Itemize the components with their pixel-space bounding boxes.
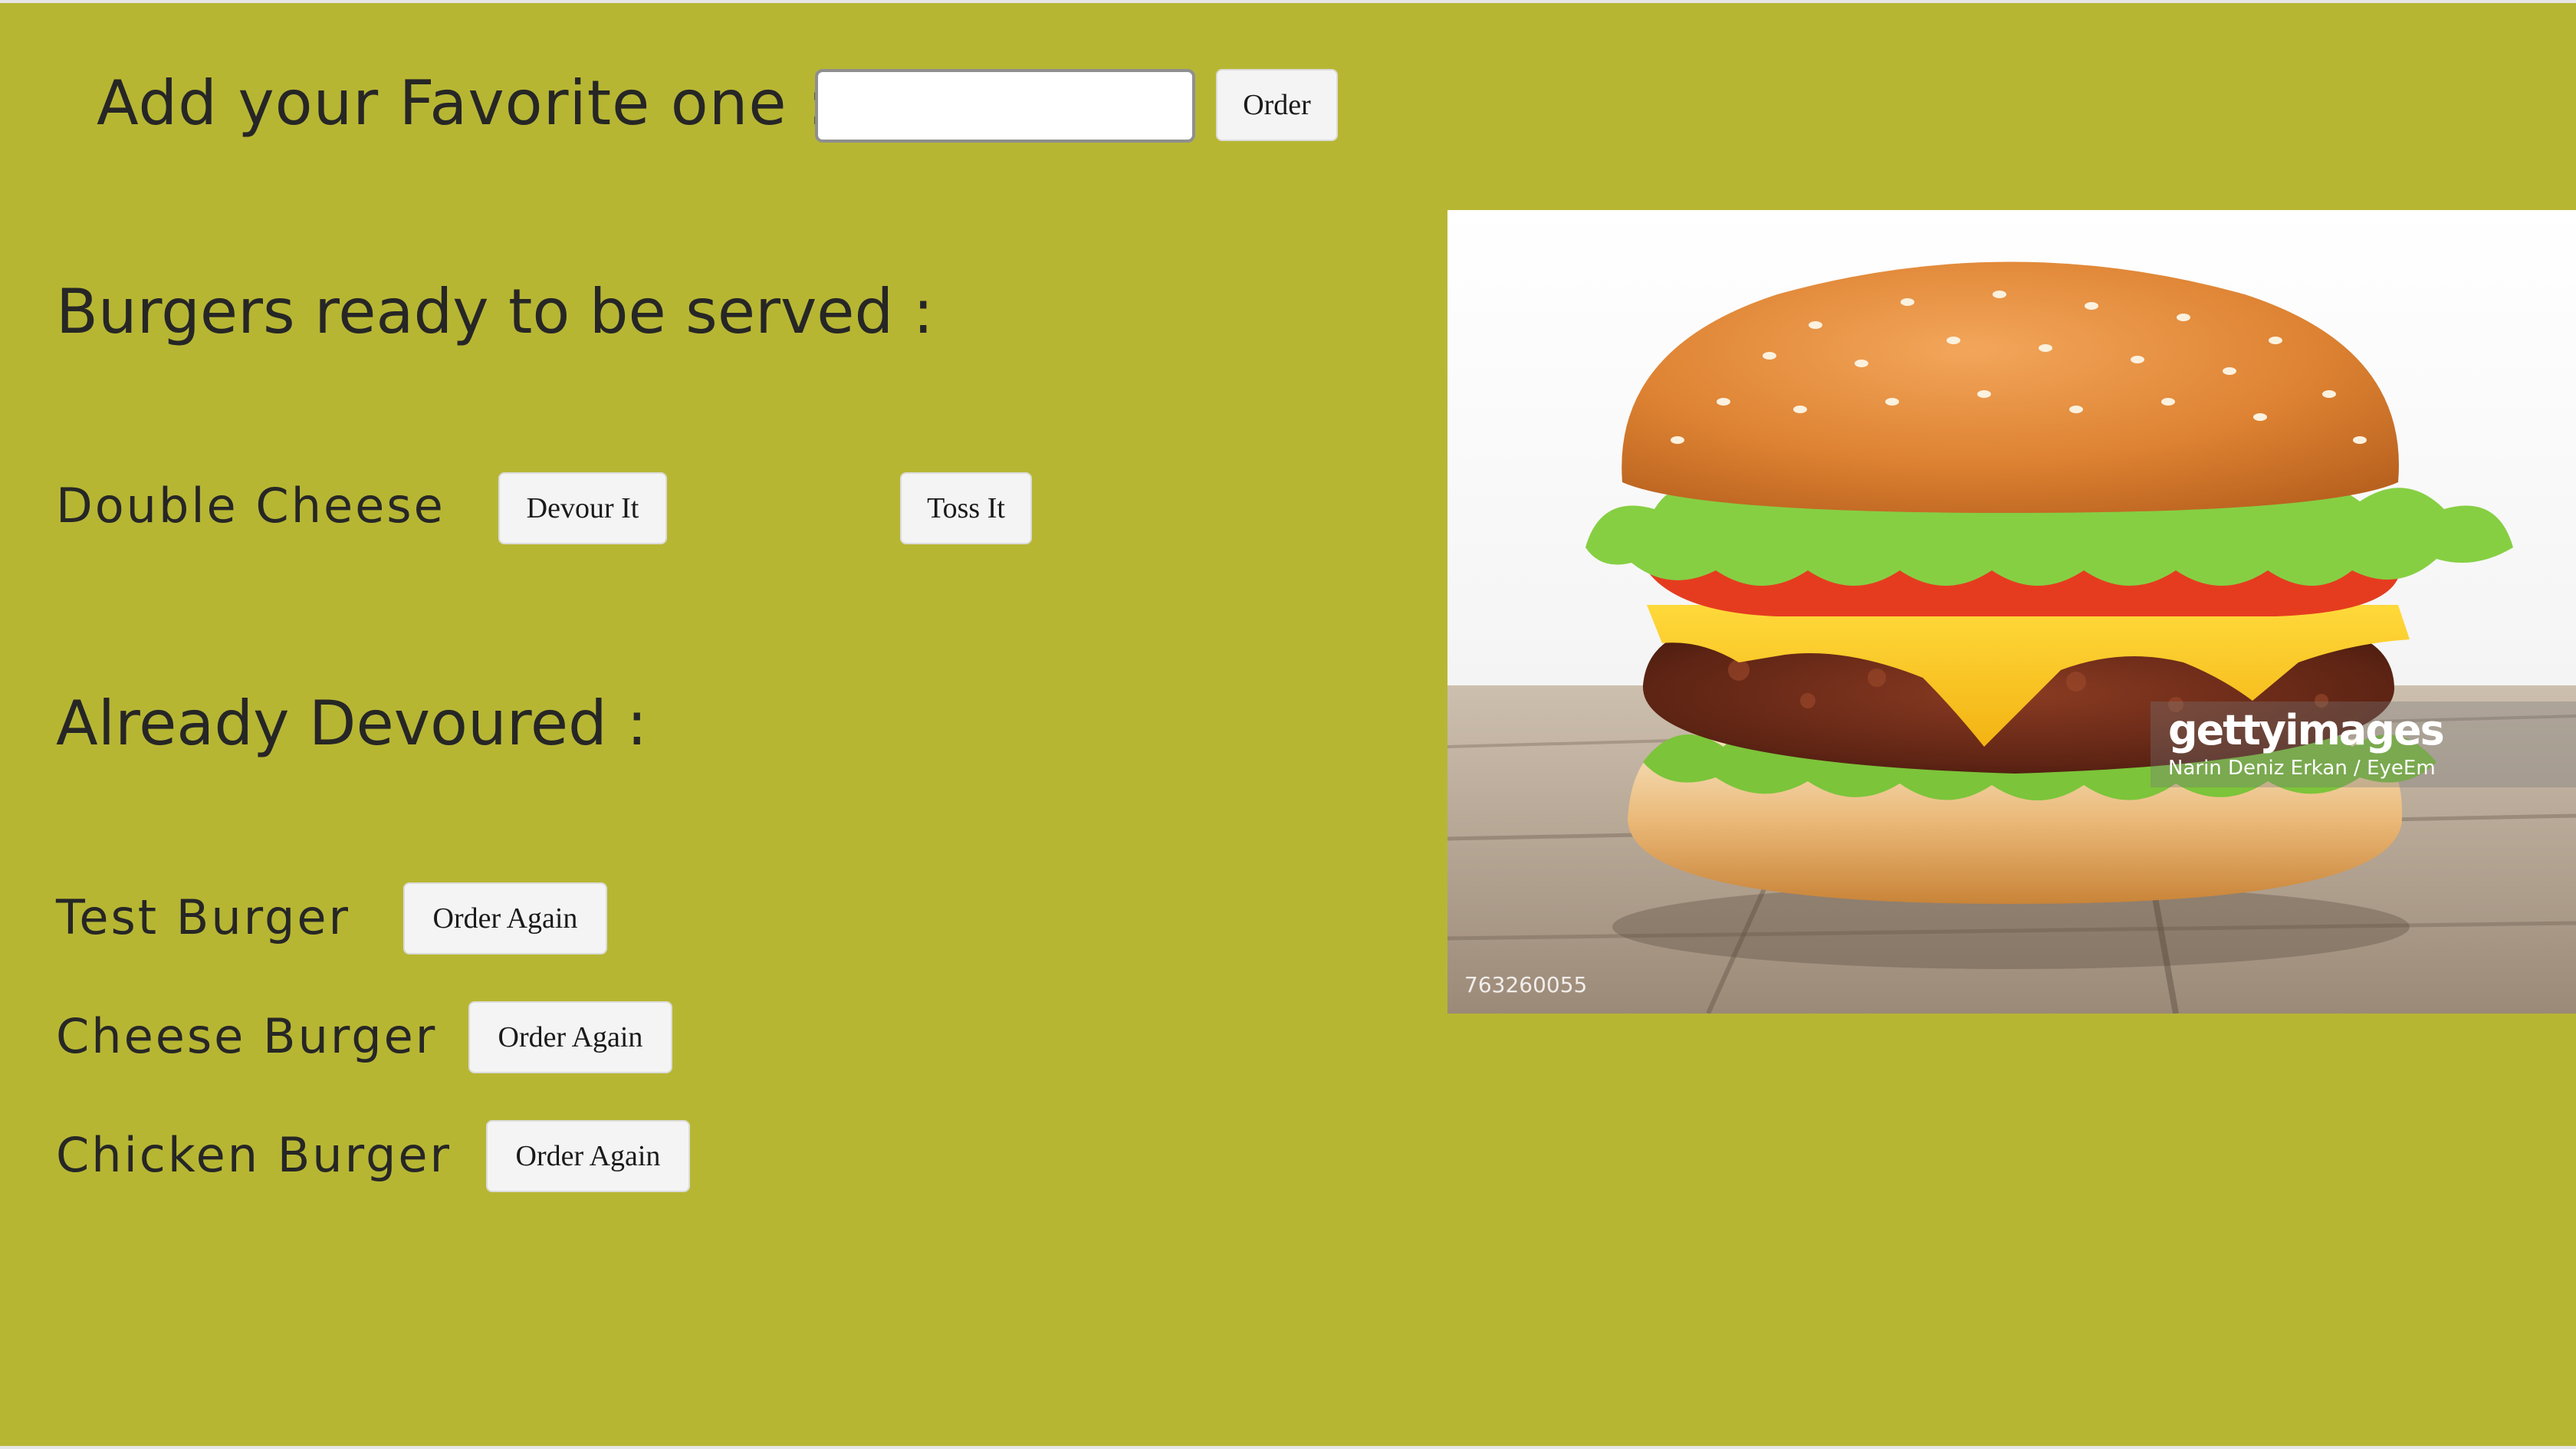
watermark-brand: gettyimages xyxy=(2168,706,2445,754)
watermark-credit: Narin Deniz Erkan / EyeEm xyxy=(2168,757,2436,780)
ready-section-heading: Burgers ready to be served : xyxy=(56,276,934,347)
devoured-burger-name: Cheese Burger xyxy=(56,1008,438,1064)
toss-button[interactable]: Toss It xyxy=(900,472,1032,544)
burger-name-input[interactable] xyxy=(815,69,1195,143)
devour-button[interactable]: Devour It xyxy=(498,472,667,544)
devoured-burger-name: Test Burger xyxy=(56,889,351,945)
bottom-border xyxy=(0,1446,2576,1449)
burger-illustration xyxy=(1447,210,2576,1014)
image-id-label: 763260055 xyxy=(1464,972,1588,997)
order-button[interactable]: Order xyxy=(1216,69,1338,141)
top-border xyxy=(0,0,2576,3)
burger-photo: gettyimages Narin Deniz Erkan / EyeEm 76… xyxy=(1447,210,2576,1014)
add-favorite-heading: Add your Favorite one : xyxy=(97,67,829,139)
order-again-button[interactable]: Order Again xyxy=(403,882,607,955)
order-again-button[interactable]: Order Again xyxy=(486,1120,690,1192)
ready-burger-name: Double Cheese xyxy=(56,478,445,534)
order-again-button[interactable]: Order Again xyxy=(468,1001,672,1073)
devoured-section-heading: Already Devoured : xyxy=(56,688,648,759)
devoured-burger-name: Chicken Burger xyxy=(56,1127,452,1183)
